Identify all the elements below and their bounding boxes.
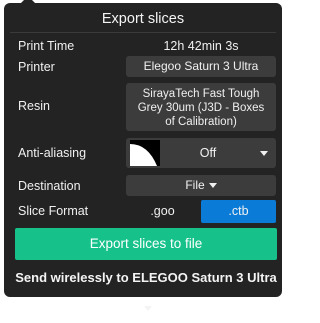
caret-down-icon <box>208 183 217 189</box>
send-wirelessly-label: Send wirelessly to ELEGOO Saturn 3 Ultra <box>15 270 277 285</box>
slice-format-label: Slice Format <box>18 204 89 218</box>
chevron-down-icon <box>260 151 268 156</box>
export-slices-button[interactable]: Export slices to file <box>15 228 277 260</box>
resin-label: Resin <box>18 99 50 113</box>
format-option-ctb[interactable]: .ctb <box>201 200 276 223</box>
destination-dropdown[interactable]: File <box>126 175 276 196</box>
title-divider <box>10 32 276 33</box>
anti-aliasing-dropdown[interactable]: Off <box>126 138 276 168</box>
destination-label: Destination <box>18 179 81 193</box>
popover-title: Export slices <box>101 11 185 27</box>
format-option-goo[interactable]: .goo <box>126 200 199 223</box>
resin-selector[interactable]: SirayaTech Fast Tough Grey 30um (J3D - B… <box>126 83 276 131</box>
printer-label: Printer <box>18 60 55 74</box>
caret-down-icon <box>144 306 152 312</box>
destination-value: File <box>185 178 205 192</box>
anti-aliasing-value: Off <box>199 146 217 160</box>
anti-aliasing-label: Anti-aliasing <box>18 146 87 160</box>
export-slices-popover: Export slices Print Time 12h 42min 3s Pr… <box>4 0 282 312</box>
popover-pointer <box>20 0 36 4</box>
anti-aliasing-preview-icon <box>130 140 160 166</box>
print-time-value: 12h 42min 3s <box>163 39 239 53</box>
send-wirelessly-button[interactable]: Send wirelessly to ELEGOO Saturn 3 Ultra <box>15 263 277 312</box>
printer-selector[interactable]: Elegoo Saturn 3 Ultra <box>126 56 276 77</box>
print-time-label: Print Time <box>18 39 75 53</box>
